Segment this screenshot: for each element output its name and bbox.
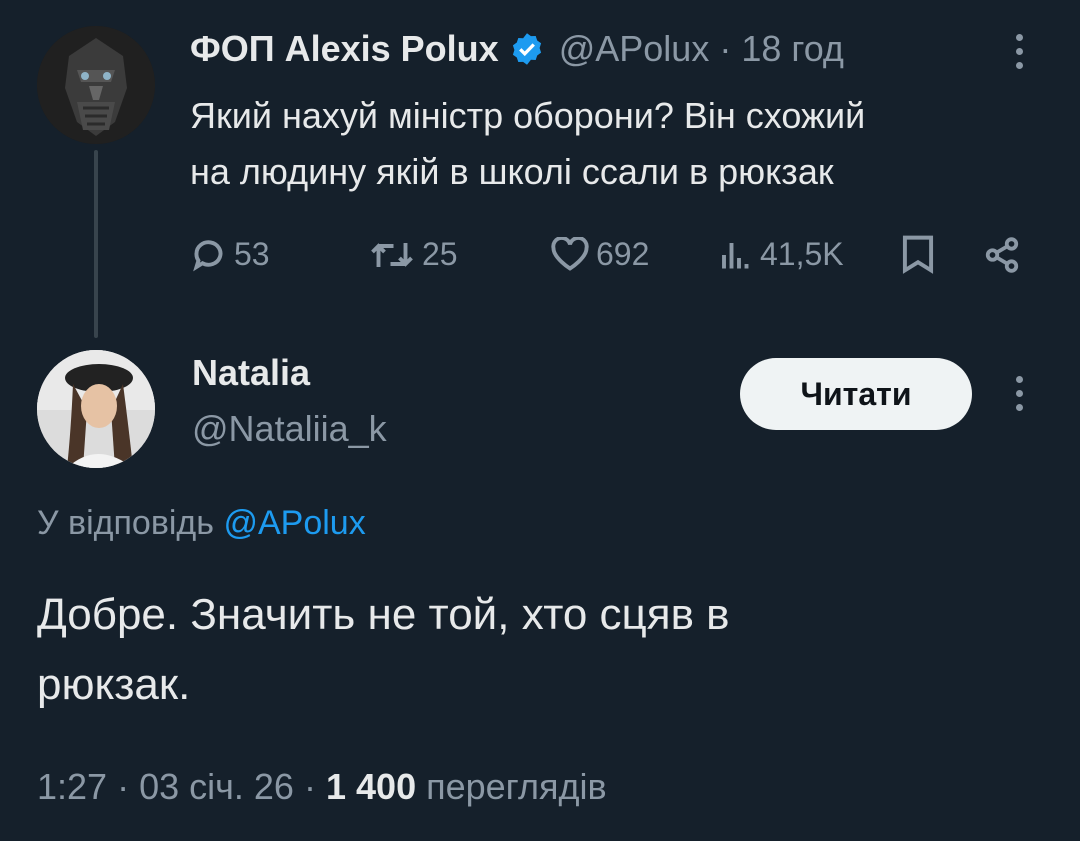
follow-button[interactable]: Читати <box>740 358 972 430</box>
parent-more-icon[interactable] <box>1016 34 1023 69</box>
share-icon[interactable] <box>982 236 1022 279</box>
views-icon <box>722 242 749 268</box>
reply-handle[interactable]: @Nataliia_k <box>192 408 387 450</box>
reply-button[interactable]: 53 <box>192 236 270 273</box>
reply-to-line: У відповідь @APolux <box>37 504 366 543</box>
parent-tweet-text: Який нахуй міністр оборони? Він схожий н… <box>190 88 865 200</box>
like-button[interactable]: 692 <box>550 236 649 273</box>
reply-tweet-text: Добре. Значить не той, хто сцяв в рюкзак… <box>37 580 730 720</box>
reply-icon <box>193 239 223 271</box>
meta-separator-1: · <box>117 766 130 807</box>
reply-avatar[interactable] <box>37 350 155 468</box>
reply-text-line-1: Добре. Значить не той, хто сцяв в <box>37 590 730 639</box>
tweet-views-count[interactable]: 1 400 <box>326 766 416 807</box>
parent-time-ago[interactable]: 18 год <box>741 28 844 70</box>
verified-badge-icon <box>509 31 545 67</box>
repost-icon <box>371 242 413 267</box>
tweet-time[interactable]: 1:27 <box>37 766 107 807</box>
parent-text-line-2: на людину якій в школі ссали в рюкзак <box>190 151 834 192</box>
parent-separator: · <box>719 28 732 69</box>
parent-avatar[interactable] <box>37 26 155 144</box>
tweet-meta: 1:27 · 03 січ. 26 · 1 400 переглядів <box>37 766 607 808</box>
meta-separator-2: · <box>303 766 316 807</box>
reply-author-name[interactable]: Natalia <box>192 352 310 394</box>
views-button[interactable]: 41,5K <box>718 236 844 273</box>
parent-author-name[interactable]: ФОП Alexis Polux <box>190 28 499 70</box>
parent-header: ФОП Alexis Polux @APolux · 18 год <box>190 28 844 70</box>
reply-to-prefix: У відповідь <box>37 504 214 542</box>
like-count: 692 <box>596 236 650 272</box>
reply-avatar-image <box>37 350 155 468</box>
parent-text-line-1: Який нахуй міністр оборони? Він схожий <box>190 95 866 136</box>
tweet-date[interactable]: 03 січ. 26 <box>139 766 294 807</box>
thread-line <box>94 150 98 338</box>
reply-text-line-2: рюкзак. <box>37 660 191 709</box>
parent-avatar-image <box>37 26 155 144</box>
reply-to-handle[interactable]: @APolux <box>223 504 365 542</box>
tweet-views-label[interactable]: переглядів <box>426 766 607 807</box>
reply-more-icon[interactable] <box>1016 376 1023 411</box>
like-icon <box>551 236 589 271</box>
repost-button[interactable]: 25 <box>368 236 458 273</box>
repost-count: 25 <box>422 236 458 272</box>
parent-handle[interactable]: @APolux <box>559 28 710 70</box>
reply-count: 53 <box>234 236 270 272</box>
views-count: 41,5K <box>760 236 844 272</box>
bookmark-icon[interactable] <box>900 234 936 279</box>
